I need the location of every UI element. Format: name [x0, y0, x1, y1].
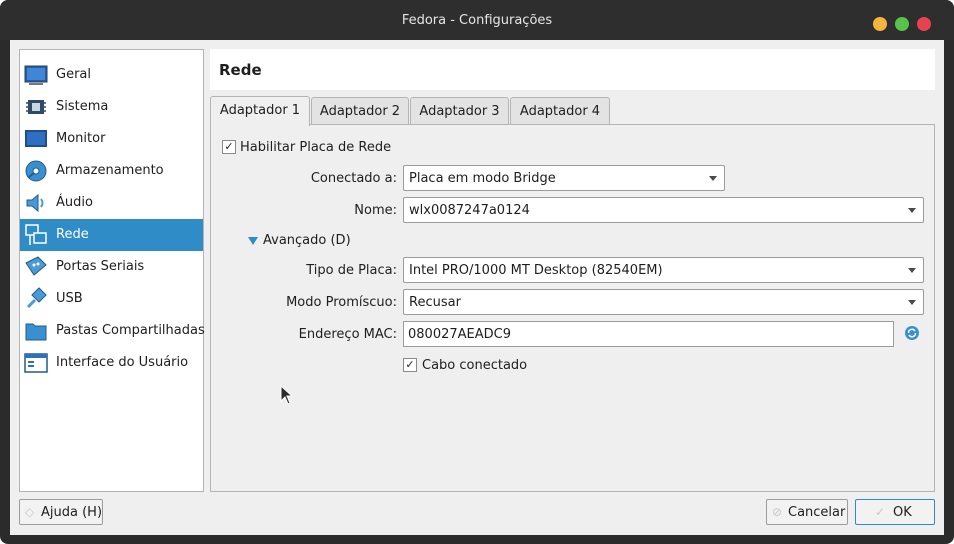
display-icon: [25, 130, 47, 147]
serial-port-icon: [25, 256, 47, 276]
cancel-button-label: Cancelar: [788, 505, 846, 520]
expander-triangle-icon: [248, 237, 258, 245]
chevron-down-icon: [709, 176, 717, 181]
adapter-type-value: Intel PRO/1000 MT Desktop (82540EM): [409, 263, 663, 278]
attached-to-select[interactable]: Placa em modo Bridge: [403, 165, 725, 191]
sidebar-item-label: Interface do Usuário: [56, 355, 189, 370]
sidebar-item-interface-do-usuario[interactable]: Interface do Usuário: [20, 347, 203, 379]
sidebar-item-label: Armazenamento: [56, 163, 164, 178]
sidebar-item-label: Pastas Compartilhadas: [56, 323, 205, 338]
enable-adapter-label: Habilitar Placa de Rede: [240, 140, 392, 155]
attached-to-value: Placa em modo Bridge: [409, 171, 556, 186]
usb-icon: [26, 287, 47, 309]
adapter-type-label: Tipo de Placa:: [306, 263, 397, 278]
name-label: Nome:: [354, 203, 397, 218]
cable-connected-checkbox[interactable]: ✓: [403, 358, 417, 372]
sidebar-item-label: USB: [56, 291, 83, 306]
chevron-down-icon: [908, 300, 916, 305]
cable-connected-label: Cabo conectado: [422, 358, 528, 373]
sidebar-item-label: Áudio: [56, 195, 93, 210]
attached-to-label: Conectado a:: [310, 171, 397, 186]
page-title: Rede: [219, 61, 262, 79]
cancel-button[interactable]: ⊘ Cancelar: [766, 499, 848, 525]
window-title: Fedora - Configurações: [401, 13, 553, 28]
mac-address-label: Endereço MAC:: [298, 327, 397, 342]
mouse-cursor-icon: [280, 385, 294, 405]
advanced-label: Avançado (D): [263, 233, 351, 248]
tab-adaptador-2[interactable]: Adaptador 2: [311, 97, 409, 125]
close-button[interactable]: [917, 17, 931, 31]
ok-button[interactable]: ✓ OK: [855, 499, 935, 525]
sidebar-item-label: Sistema: [56, 99, 109, 114]
adapter-panel: ✓ Habilitar Placa de Rede Conectado a: P…: [210, 124, 935, 492]
name-value: wlx0087247a0124: [409, 203, 530, 218]
chevron-down-icon: [908, 208, 916, 213]
disk-icon: [25, 160, 47, 182]
tab-adaptador-3[interactable]: Adaptador 3: [410, 97, 509, 125]
maximize-button[interactable]: [895, 17, 909, 31]
chip-icon: [26, 100, 46, 114]
refresh-mac-icon[interactable]: [904, 325, 920, 341]
sidebar-item-armazenamento[interactable]: Armazenamento: [20, 155, 203, 187]
advanced-toggle[interactable]: Avançado (D): [248, 233, 388, 251]
sidebar-item-portas-seriais[interactable]: Portas Seriais: [20, 251, 203, 283]
sidebar-item-pastas-compartilhadas[interactable]: Pastas Compartilhadas: [20, 315, 205, 347]
chevron-down-icon: [908, 268, 916, 273]
sidebar-item-label: Rede: [56, 227, 89, 242]
sidebar-item-label: Monitor: [56, 131, 106, 146]
window: Fedora - Configurações Geral Sistema Mon…: [0, 0, 954, 544]
tab-adaptador-1[interactable]: Adaptador 1: [210, 96, 310, 126]
cancel-icon: ⊘: [772, 505, 783, 519]
sidebar-item-label: Geral: [56, 67, 91, 82]
network-icon: [25, 224, 47, 245]
help-button-label: Ajuda (H): [41, 505, 103, 520]
title-bar[interactable]: Fedora - Configurações: [0, 0, 954, 40]
ok-button-label: OK: [893, 505, 912, 520]
sidebar-item-audio[interactable]: Áudio: [20, 187, 203, 219]
page-header: Rede: [210, 49, 935, 90]
sidebar-item-geral[interactable]: Geral: [20, 59, 203, 91]
ui-window-icon: [24, 353, 48, 373]
sidebar-item-sistema[interactable]: Sistema: [20, 91, 203, 123]
sidebar-item-rede[interactable]: Rede: [20, 219, 203, 251]
speaker-icon: [26, 193, 44, 213]
mac-address-input[interactable]: 080027AEADC9: [403, 321, 894, 347]
monitor-icon: [24, 65, 48, 85]
folder-icon: [25, 323, 47, 341]
settings-sidebar: Geral Sistema Monitor Armazenamento Áudi…: [19, 49, 205, 492]
ok-check-icon: ✓: [875, 505, 886, 519]
help-icon: ◇: [25, 505, 35, 519]
promiscuous-label: Modo Promíscuo:: [286, 295, 397, 310]
adapter-type-select[interactable]: Intel PRO/1000 MT Desktop (82540EM): [403, 257, 924, 283]
minimize-button[interactable]: [873, 17, 887, 31]
dialog-body: Geral Sistema Monitor Armazenamento Áudi…: [10, 40, 944, 535]
help-button[interactable]: ◇ Ajuda (H): [19, 499, 103, 525]
sidebar-item-usb[interactable]: USB: [20, 283, 203, 315]
sidebar-item-monitor[interactable]: Monitor: [20, 123, 203, 155]
promiscuous-select[interactable]: Recusar: [403, 289, 924, 315]
enable-adapter-checkbox[interactable]: ✓: [222, 140, 236, 154]
sidebar-item-label: Portas Seriais: [56, 259, 145, 274]
tab-adaptador-4[interactable]: Adaptador 4: [510, 97, 610, 125]
name-select[interactable]: wlx0087247a0124: [403, 197, 924, 223]
promiscuous-value: Recusar: [409, 295, 461, 310]
